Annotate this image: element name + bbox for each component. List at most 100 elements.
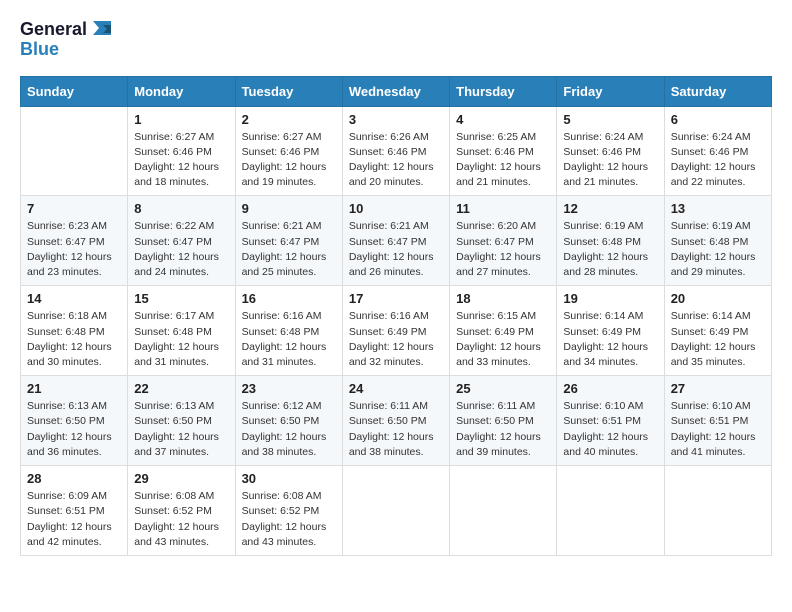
- calendar-cell: 13 Sunrise: 6:19 AMSunset: 6:48 PMDayligh…: [664, 196, 771, 286]
- logo-text: General Blue: [20, 20, 111, 60]
- calendar-cell: 26 Sunrise: 6:10 AMSunset: 6:51 PMDayligh…: [557, 376, 664, 466]
- calendar-week-row: 7 Sunrise: 6:23 AMSunset: 6:47 PMDaylight…: [21, 196, 772, 286]
- day-number: 13: [671, 201, 765, 216]
- calendar-cell: 28Sunrise: 6:09 AMSunset: 6:51 PMDayligh…: [21, 466, 128, 556]
- calendar-cell: 22Sunrise: 6:13 AMSunset: 6:50 PMDayligh…: [128, 376, 235, 466]
- calendar-week-row: 28Sunrise: 6:09 AMSunset: 6:51 PMDayligh…: [21, 466, 772, 556]
- day-number: 5: [563, 112, 657, 127]
- calendar-cell: 27 Sunrise: 6:10 AMSunset: 6:51 PMDayligh…: [664, 376, 771, 466]
- calendar-cell: [450, 466, 557, 556]
- calendar-cell: 7 Sunrise: 6:23 AMSunset: 6:47 PMDaylight…: [21, 196, 128, 286]
- day-info: Sunrise: 6:20 AMSunset: 6:47 PMDaylight:…: [456, 219, 550, 280]
- day-number: 14: [27, 291, 121, 306]
- calendar-cell: 6Sunrise: 6:24 AMSunset: 6:46 PMDaylight…: [664, 106, 771, 196]
- logo-general: General: [20, 20, 87, 40]
- calendar-cell: 23 Sunrise: 6:12 AMSunset: 6:50 PMDayligh…: [235, 376, 342, 466]
- calendar-cell: 20 Sunrise: 6:14 AMSunset: 6:49 PMDayligh…: [664, 286, 771, 376]
- day-info: Sunrise: 6:09 AMSunset: 6:51 PMDaylight:…: [27, 489, 121, 550]
- day-info: Sunrise: 6:17 AMSunset: 6:48 PMDaylight:…: [134, 309, 228, 370]
- day-number: 19: [563, 291, 657, 306]
- calendar-cell: 21 Sunrise: 6:13 AMSunset: 6:50 PMDayligh…: [21, 376, 128, 466]
- day-info: Sunrise: 6:10 AMSunset: 6:51 PMDaylight:…: [671, 399, 765, 460]
- calendar-cell: 15Sunrise: 6:17 AMSunset: 6:48 PMDayligh…: [128, 286, 235, 376]
- day-number: 4: [456, 112, 550, 127]
- day-number: 7: [27, 201, 121, 216]
- calendar-cell: [21, 106, 128, 196]
- calendar-cell: 14 Sunrise: 6:18 AMSunset: 6:48 PMDayligh…: [21, 286, 128, 376]
- calendar-cell: 4 Sunrise: 6:25 AMSunset: 6:46 PMDaylight…: [450, 106, 557, 196]
- day-info: Sunrise: 6:13 AMSunset: 6:50 PMDaylight:…: [134, 399, 228, 460]
- day-info: Sunrise: 6:25 AMSunset: 6:46 PMDaylight:…: [456, 130, 550, 191]
- day-number: 3: [349, 112, 443, 127]
- day-info: Sunrise: 6:11 AMSunset: 6:50 PMDaylight:…: [349, 399, 443, 460]
- day-info: Sunrise: 6:15 AMSunset: 6:49 PMDaylight:…: [456, 309, 550, 370]
- day-info: Sunrise: 6:11 AMSunset: 6:50 PMDaylight:…: [456, 399, 550, 460]
- page-header: General Blue: [20, 20, 772, 60]
- day-info: Sunrise: 6:08 AMSunset: 6:52 PMDaylight:…: [134, 489, 228, 550]
- day-info: Sunrise: 6:13 AMSunset: 6:50 PMDaylight:…: [27, 399, 121, 460]
- day-info: Sunrise: 6:08 AMSunset: 6:52 PMDaylight:…: [242, 489, 336, 550]
- day-info: Sunrise: 6:21 AMSunset: 6:47 PMDaylight:…: [242, 219, 336, 280]
- calendar-cell: 30 Sunrise: 6:08 AMSunset: 6:52 PMDayligh…: [235, 466, 342, 556]
- day-info: Sunrise: 6:27 AMSunset: 6:46 PMDaylight:…: [242, 130, 336, 191]
- day-number: 8: [134, 201, 228, 216]
- day-info: Sunrise: 6:12 AMSunset: 6:50 PMDaylight:…: [242, 399, 336, 460]
- day-number: 1: [134, 112, 228, 127]
- calendar-cell: 12 Sunrise: 6:19 AMSunset: 6:48 PMDayligh…: [557, 196, 664, 286]
- day-number: 27: [671, 381, 765, 396]
- calendar-cell: [557, 466, 664, 556]
- day-info: Sunrise: 6:27 AMSunset: 6:46 PMDaylight:…: [134, 130, 228, 191]
- calendar-cell: 19 Sunrise: 6:14 AMSunset: 6:49 PMDayligh…: [557, 286, 664, 376]
- day-number: 11: [456, 201, 550, 216]
- day-info: Sunrise: 6:23 AMSunset: 6:47 PMDaylight:…: [27, 219, 121, 280]
- day-number: 30: [242, 471, 336, 486]
- calendar-cell: 25 Sunrise: 6:11 AMSunset: 6:50 PMDayligh…: [450, 376, 557, 466]
- day-info: Sunrise: 6:16 AMSunset: 6:48 PMDaylight:…: [242, 309, 336, 370]
- calendar-cell: 29Sunrise: 6:08 AMSunset: 6:52 PMDayligh…: [128, 466, 235, 556]
- day-number: 23: [242, 381, 336, 396]
- day-of-week-header: Saturday: [664, 76, 771, 106]
- day-info: Sunrise: 6:19 AMSunset: 6:48 PMDaylight:…: [671, 219, 765, 280]
- day-number: 24: [349, 381, 443, 396]
- calendar-cell: 1 Sunrise: 6:27 AMSunset: 6:46 PMDaylight…: [128, 106, 235, 196]
- day-number: 16: [242, 291, 336, 306]
- calendar-week-row: 1 Sunrise: 6:27 AMSunset: 6:46 PMDaylight…: [21, 106, 772, 196]
- day-info: Sunrise: 6:24 AMSunset: 6:46 PMDaylight:…: [563, 130, 657, 191]
- calendar-cell: 24 Sunrise: 6:11 AMSunset: 6:50 PMDayligh…: [342, 376, 449, 466]
- day-info: Sunrise: 6:19 AMSunset: 6:48 PMDaylight:…: [563, 219, 657, 280]
- day-number: 2: [242, 112, 336, 127]
- day-number: 9: [242, 201, 336, 216]
- day-of-week-header: Monday: [128, 76, 235, 106]
- calendar-cell: 3 Sunrise: 6:26 AMSunset: 6:46 PMDaylight…: [342, 106, 449, 196]
- day-number: 12: [563, 201, 657, 216]
- day-number: 21: [27, 381, 121, 396]
- day-of-week-header: Thursday: [450, 76, 557, 106]
- day-of-week-header: Tuesday: [235, 76, 342, 106]
- calendar-cell: 10Sunrise: 6:21 AMSunset: 6:47 PMDayligh…: [342, 196, 449, 286]
- calendar-cell: 17Sunrise: 6:16 AMSunset: 6:49 PMDayligh…: [342, 286, 449, 376]
- calendar-week-row: 14 Sunrise: 6:18 AMSunset: 6:48 PMDayligh…: [21, 286, 772, 376]
- calendar-cell: 18 Sunrise: 6:15 AMSunset: 6:49 PMDayligh…: [450, 286, 557, 376]
- calendar-cell: 11 Sunrise: 6:20 AMSunset: 6:47 PMDayligh…: [450, 196, 557, 286]
- day-number: 25: [456, 381, 550, 396]
- day-of-week-header: Friday: [557, 76, 664, 106]
- day-info: Sunrise: 6:26 AMSunset: 6:46 PMDaylight:…: [349, 130, 443, 191]
- logo-chevron: [89, 21, 111, 39]
- calendar-cell: [664, 466, 771, 556]
- day-number: 18: [456, 291, 550, 306]
- calendar-week-row: 21 Sunrise: 6:13 AMSunset: 6:50 PMDayligh…: [21, 376, 772, 466]
- calendar-cell: [342, 466, 449, 556]
- day-info: Sunrise: 6:18 AMSunset: 6:48 PMDaylight:…: [27, 309, 121, 370]
- calendar-table: SundayMondayTuesdayWednesdayThursdayFrid…: [20, 76, 772, 556]
- day-info: Sunrise: 6:10 AMSunset: 6:51 PMDaylight:…: [563, 399, 657, 460]
- calendar-cell: 9 Sunrise: 6:21 AMSunset: 6:47 PMDaylight…: [235, 196, 342, 286]
- day-number: 20: [671, 291, 765, 306]
- logo: General Blue: [20, 20, 111, 60]
- day-number: 26: [563, 381, 657, 396]
- day-info: Sunrise: 6:14 AMSunset: 6:49 PMDaylight:…: [563, 309, 657, 370]
- day-info: Sunrise: 6:14 AMSunset: 6:49 PMDaylight:…: [671, 309, 765, 370]
- calendar-cell: 2 Sunrise: 6:27 AMSunset: 6:46 PMDaylight…: [235, 106, 342, 196]
- calendar-cell: 5 Sunrise: 6:24 AMSunset: 6:46 PMDaylight…: [557, 106, 664, 196]
- logo-blue: Blue: [20, 40, 59, 60]
- day-info: Sunrise: 6:22 AMSunset: 6:47 PMDaylight:…: [134, 219, 228, 280]
